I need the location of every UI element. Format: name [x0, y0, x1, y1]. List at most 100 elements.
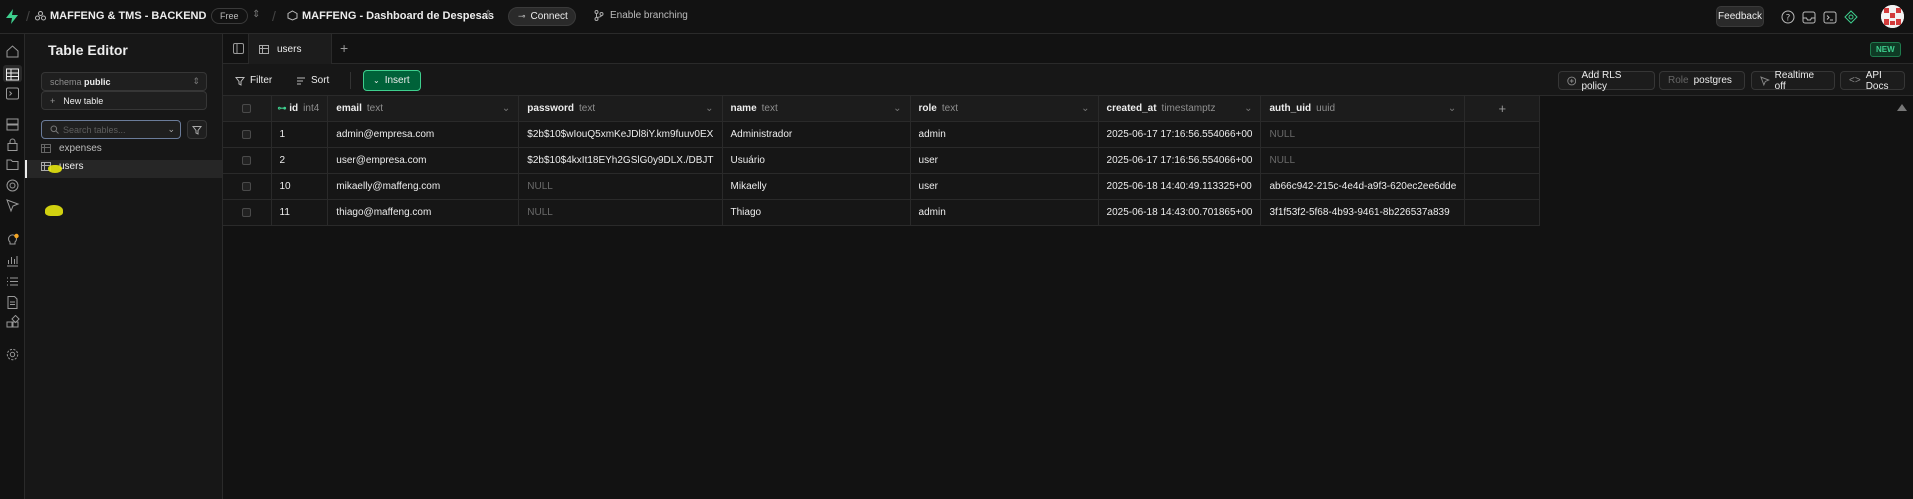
select-all-checkbox[interactable]	[242, 103, 252, 113]
project-switcher-chevron-icon[interactable]: ⇕	[484, 9, 492, 20]
new-table-button[interactable]: + New table	[41, 91, 207, 110]
table-cell[interactable]: NULL	[518, 199, 723, 226]
insert-button[interactable]: ⌄ Insert	[363, 70, 421, 91]
tab-users[interactable]: users	[248, 34, 332, 64]
table-cell[interactable]: $2b$10$wIouQ5xmKeJDl8iY.km9fuuv0EX	[518, 121, 723, 148]
table-cell[interactable]: user	[910, 147, 1099, 174]
api-docs-button[interactable]: <> API Docs	[1840, 70, 1905, 92]
sql-editor-icon[interactable]	[5, 86, 20, 101]
select-all-checkbox-cell[interactable]	[223, 96, 272, 122]
row-checkbox[interactable]	[242, 207, 252, 217]
table-cell[interactable]: Usuário	[722, 147, 911, 174]
table-cell[interactable]: user	[910, 173, 1099, 200]
table-cell[interactable]: 11	[271, 199, 329, 226]
reports-icon[interactable]	[5, 253, 20, 268]
table-row[interactable]: 11 thiago@maffeng.com NULL Thiago admin 2025-…	[223, 199, 1541, 226]
row-checkbox[interactable]	[242, 181, 252, 191]
table-row[interactable]: 2 user@empresa.com $2b$10$4kxIt18EYh2GSlG0…	[223, 147, 1541, 174]
table-cell[interactable]: 10	[271, 173, 329, 200]
chevron-down-icon[interactable]: ⌄	[1448, 103, 1456, 114]
terminal-icon[interactable]	[1821, 8, 1839, 26]
row-checkbox-cell[interactable]	[223, 121, 272, 148]
api-docs-icon[interactable]	[5, 295, 20, 310]
org-name[interactable]: MAFFENG & TMS - BACKEND	[50, 10, 206, 22]
filter-tables-button[interactable]	[187, 120, 207, 139]
column-header-password[interactable]: password text ⌄	[518, 96, 723, 122]
table-cell[interactable]: admin	[910, 121, 1099, 148]
new-badge[interactable]: NEW	[1870, 42, 1901, 57]
column-header-created-at[interactable]: created_at timestamptz ⌄	[1098, 96, 1262, 122]
schema-select[interactable]: schema public ⇕	[41, 72, 207, 91]
project-name[interactable]: MAFFENG - Dashboard de Despesas	[302, 10, 494, 22]
home-icon[interactable]	[5, 44, 20, 59]
table-cell[interactable]: 2025-06-17 17:16:56.554066+00	[1098, 147, 1262, 174]
column-header-email[interactable]: email text ⌄	[327, 96, 520, 122]
table-row[interactable]: 10 mikaelly@maffeng.com NULL Mikaelly user 20…	[223, 173, 1541, 200]
role-select[interactable]: Role postgres	[1659, 71, 1745, 90]
enable-branching-button[interactable]: Enable branching	[594, 10, 688, 21]
table-item-expenses[interactable]: expenses	[41, 143, 102, 154]
chevron-down-icon[interactable]: ⌄	[1244, 103, 1252, 114]
chevron-down-icon[interactable]: ⌄	[705, 103, 713, 114]
toggle-sidebar-icon[interactable]	[233, 43, 244, 54]
add-rls-policy-button[interactable]: Add RLS policy	[1558, 70, 1655, 92]
sort-button[interactable]: Sort	[296, 71, 329, 90]
search-tables-input[interactable]: Search tables... ⌄	[41, 120, 181, 139]
realtime-icon[interactable]	[5, 198, 20, 213]
table-cell[interactable]: ab66c942-215c-4e4d-a9f3-620ec2ee6dde	[1260, 173, 1466, 200]
edge-functions-icon[interactable]	[5, 178, 20, 193]
table-cell[interactable]: user@empresa.com	[327, 147, 520, 174]
table-cell[interactable]: 2025-06-18 14:43:00.701865+00	[1098, 199, 1262, 226]
row-checkbox[interactable]	[242, 155, 252, 165]
add-column-button[interactable]: +	[1464, 96, 1541, 122]
table-cell[interactable]: 2025-06-18 14:40:49.113325+00	[1098, 173, 1262, 200]
logs-icon[interactable]	[5, 274, 20, 289]
row-checkbox[interactable]	[242, 129, 252, 139]
table-cell[interactable]: admin	[910, 199, 1099, 226]
table-cell[interactable]: Thiago	[722, 199, 911, 226]
table-cell[interactable]: 2025-06-17 17:16:56.554066+00	[1098, 121, 1262, 148]
settings-gear-icon[interactable]	[5, 347, 20, 362]
new-tab-plus-icon[interactable]: +	[340, 40, 348, 56]
integrations-icon[interactable]	[5, 315, 20, 330]
column-header-role[interactable]: role text ⌄	[910, 96, 1099, 122]
chevrons-down-icon[interactable]: ⌄	[167, 124, 175, 135]
inbox-icon[interactable]	[1800, 8, 1818, 26]
row-checkbox-cell[interactable]	[223, 173, 272, 200]
table-cell[interactable]: $2b$10$4kxIt18EYh2GSlG0y9DLX./DBJT	[518, 147, 723, 174]
connect-button[interactable]: ⊸ Connect	[508, 7, 576, 26]
chevron-down-icon[interactable]: ⌄	[1081, 103, 1089, 114]
filter-button[interactable]: Filter	[235, 71, 272, 90]
avatar[interactable]	[1881, 5, 1904, 28]
row-checkbox-cell[interactable]	[223, 147, 272, 174]
table-cell[interactable]: 2	[271, 147, 329, 174]
table-cell[interactable]: 3f1f53f2-5f68-4b93-9461-8b226537a839	[1260, 199, 1466, 226]
chevron-down-icon[interactable]: ⌄	[502, 103, 510, 114]
auth-lock-icon[interactable]	[5, 137, 20, 152]
feedback-button[interactable]: Feedback	[1716, 6, 1764, 27]
advisors-icon[interactable]	[5, 232, 20, 247]
table-editor-icon[interactable]	[3, 65, 22, 82]
column-header-auth-uid[interactable]: auth_uid uuid ⌄	[1260, 96, 1466, 122]
column-header-id[interactable]: ⊶ id int4	[271, 96, 329, 122]
table-cell[interactable]: admin@empresa.com	[327, 121, 520, 148]
table-cell[interactable]: NULL	[1260, 121, 1466, 148]
chevron-down-icon[interactable]: ⌄	[893, 103, 901, 114]
database-icon[interactable]	[5, 117, 20, 132]
table-cell[interactable]: NULL	[518, 173, 723, 200]
table-cell[interactable]: Mikaelly	[722, 173, 911, 200]
help-icon[interactable]: ?	[1779, 8, 1797, 26]
table-row[interactable]: 1 admin@empresa.com $2b$10$wIouQ5xmKeJDl8i…	[223, 121, 1541, 148]
storage-icon[interactable]	[5, 157, 20, 172]
realtime-toggle-button[interactable]: Realtime off	[1751, 70, 1835, 92]
table-cell[interactable]: 1	[271, 121, 329, 148]
assistant-icon[interactable]	[1842, 8, 1860, 26]
table-cell[interactable]: thiago@maffeng.com	[327, 199, 520, 226]
table-cell[interactable]: Administrador	[722, 121, 911, 148]
org-switcher-chevron-icon[interactable]: ⇕	[252, 9, 260, 20]
table-cell[interactable]: mikaelly@maffeng.com	[327, 173, 520, 200]
scroll-up-icon[interactable]	[1896, 103, 1908, 112]
row-checkbox-cell[interactable]	[223, 199, 272, 226]
supabase-logo-icon[interactable]	[5, 9, 19, 24]
column-header-name[interactable]: name text ⌄	[722, 96, 911, 122]
